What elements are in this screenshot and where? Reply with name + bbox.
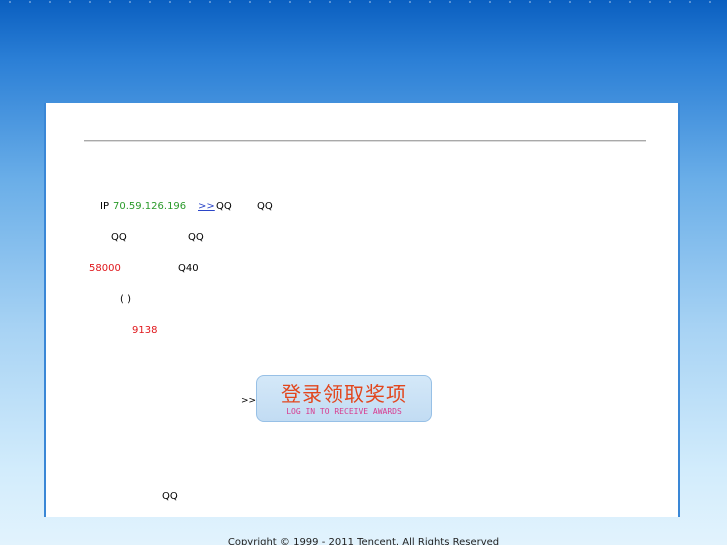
ip-address: 70.59.126.196	[113, 201, 187, 212]
login-receive-awards-button[interactable]: 登录领取奖项 LOG IN TO RECEIVE AWARDS	[256, 375, 432, 422]
blank-parens: ( )	[120, 294, 131, 305]
qq-text: QQ	[111, 232, 127, 243]
count-value: 9138	[132, 325, 158, 336]
copyright-footer: Copyright © 1999 - 2011 Tencent. All Rig…	[227, 537, 500, 545]
award-button-title: 登录领取奖项	[281, 382, 407, 406]
ip-label: IP	[100, 201, 109, 212]
award-button-subtitle: LOG IN TO RECEIVE AWARDS	[286, 407, 402, 416]
content-panel: IP 70.59.126.196 >> QQ QQ QQ QQ 58000 Q4…	[44, 103, 680, 517]
header-dot-border	[0, 0, 727, 4]
qq-text: QQ	[188, 232, 204, 243]
qq-text: QQ	[257, 201, 273, 212]
more-link[interactable]: >>	[198, 201, 215, 213]
arrow-indicator: >>	[241, 396, 257, 406]
divider-rule	[84, 140, 646, 142]
qq-text: QQ	[216, 201, 232, 212]
qq-text-bottom: QQ	[162, 491, 178, 502]
q-value: Q40	[178, 263, 199, 274]
amount-value: 58000	[89, 263, 121, 274]
